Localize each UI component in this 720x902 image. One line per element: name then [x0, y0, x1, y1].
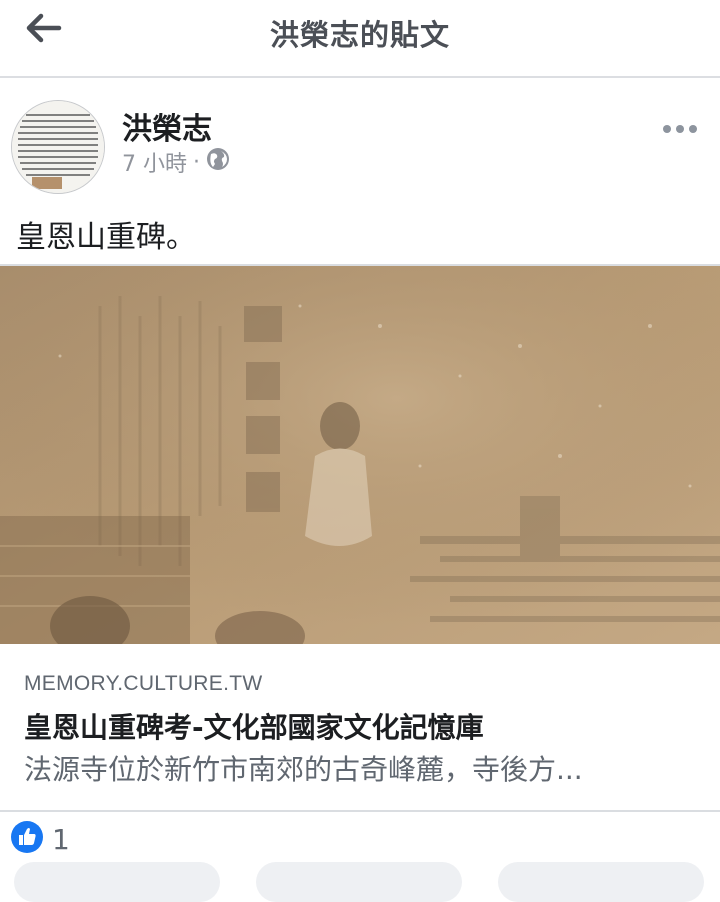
more-dot-icon [663, 125, 671, 133]
page-title: 洪榮志的貼文 [269, 18, 450, 52]
top-bar: 洪榮志的貼文 [0, 0, 720, 78]
link-domain: MEMORY.CULTURE.TW [24, 672, 263, 695]
action-button-share[interactable] [498, 862, 704, 902]
more-dot-icon [676, 125, 684, 133]
globe-icon [206, 147, 230, 177]
reaction-count: 1 [52, 822, 70, 856]
link-preview-details[interactable]: MEMORY.CULTURE.TW 皇恩山重碑考-文化部國家文化記憶庫 法源寺位… [0, 644, 720, 812]
post-meta: 7 小時 · [122, 146, 230, 178]
more-options-button[interactable] [656, 114, 704, 144]
meta-separator: · [193, 149, 200, 175]
link-description: 法源寺位於新竹市南郊的古奇峰麓，寺後方... [24, 753, 583, 786]
post-text: 皇恩山重碑。 [16, 220, 196, 255]
post-time[interactable]: 7 小時 [122, 146, 187, 178]
reactions-summary[interactable]: 1 [10, 820, 70, 858]
like-icon [10, 820, 44, 858]
more-dot-icon [689, 125, 697, 133]
action-button-like[interactable] [14, 862, 220, 902]
link-preview-image[interactable] [0, 264, 720, 646]
action-button-comment[interactable] [256, 862, 462, 902]
author-name[interactable]: 洪榮志 [122, 104, 212, 148]
link-title[interactable]: 皇恩山重碑考-文化部國家文化記憶庫 [24, 706, 484, 746]
avatar[interactable] [11, 100, 105, 194]
